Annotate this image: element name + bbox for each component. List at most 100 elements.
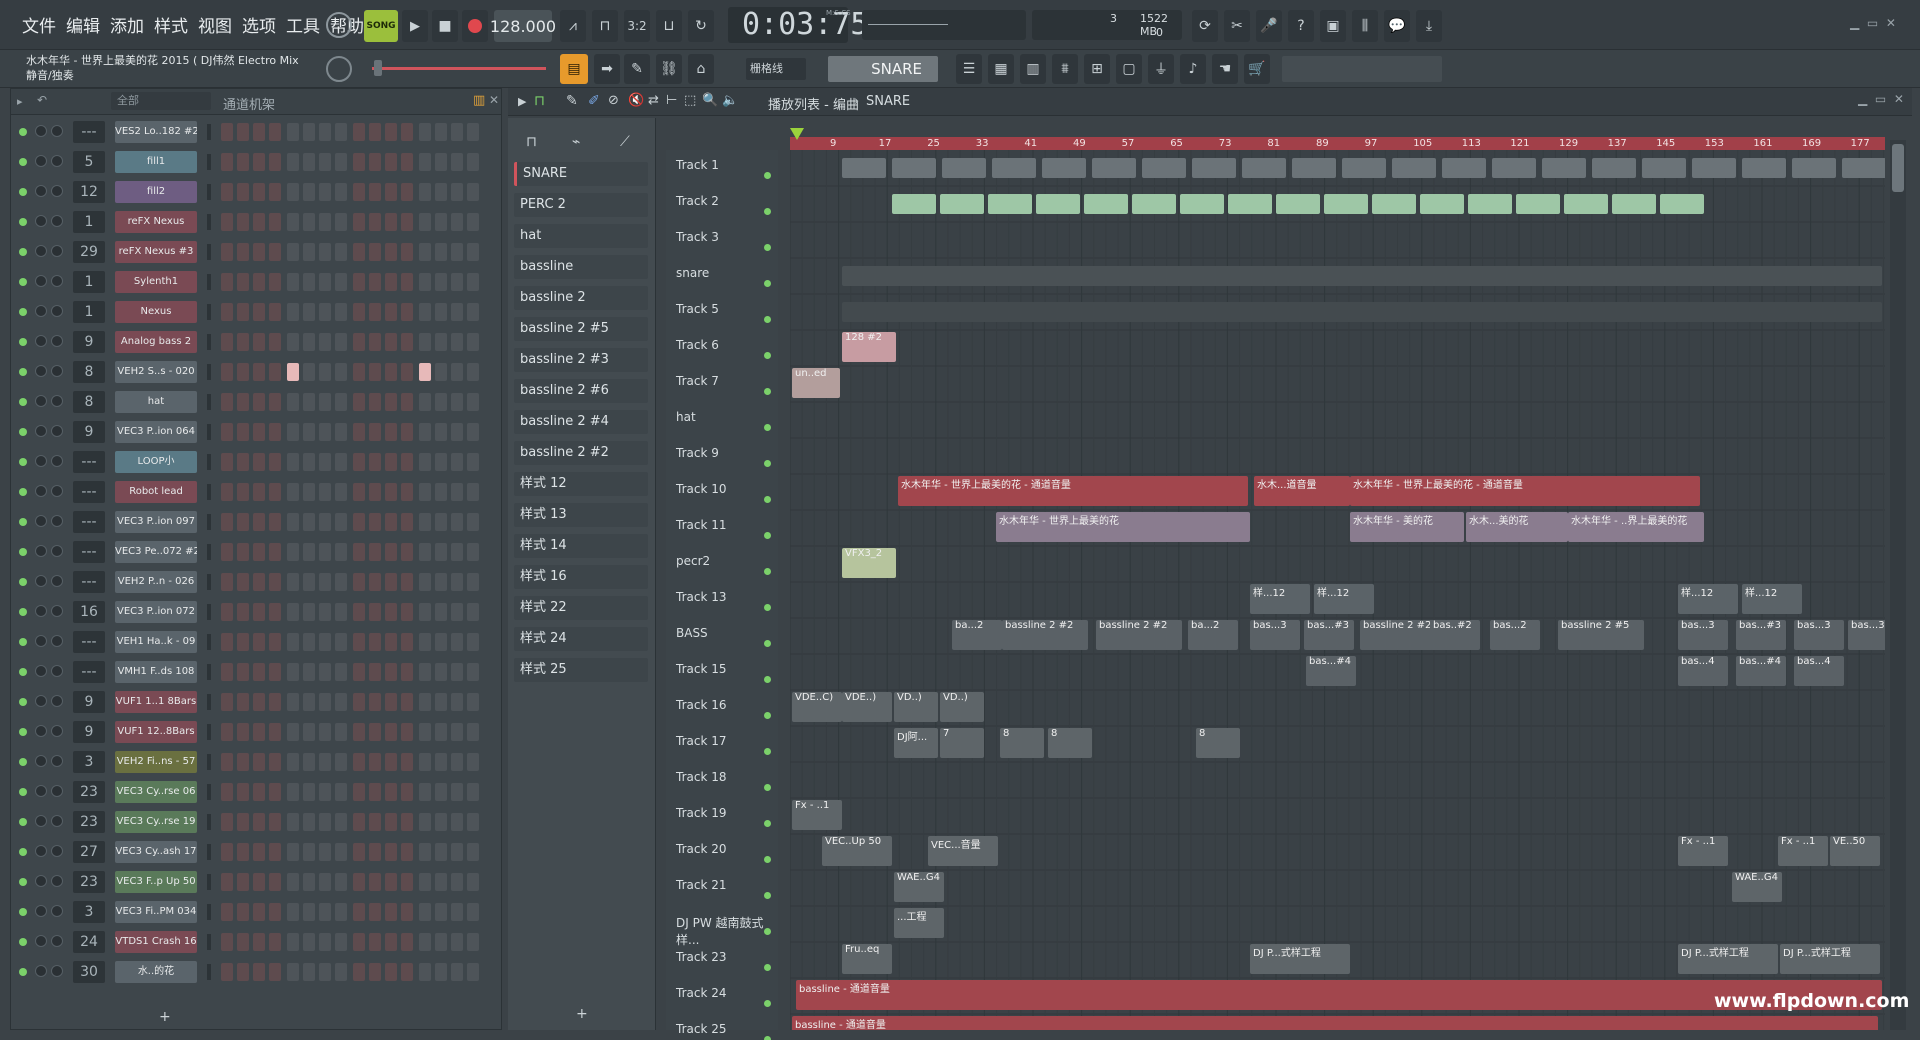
step-button[interactable] <box>419 543 431 561</box>
track-name[interactable]: Track 16 <box>676 698 726 712</box>
step-button[interactable] <box>353 483 365 501</box>
playlist-clip[interactable]: Fx - ..1 <box>1778 836 1828 866</box>
track-mute-light[interactable] <box>764 820 771 827</box>
step-button[interactable] <box>319 843 331 861</box>
paint-icon[interactable]: ✐ <box>588 93 600 109</box>
step-button[interactable] <box>353 273 365 291</box>
step-button[interactable] <box>435 303 447 321</box>
menu-view[interactable]: 视图 <box>198 12 232 37</box>
help-button[interactable]: ? <box>1288 10 1314 42</box>
step-button[interactable] <box>401 933 413 951</box>
playlist-clip[interactable]: bas...4 <box>1678 656 1728 686</box>
step-button[interactable] <box>335 513 347 531</box>
step-button[interactable] <box>385 153 397 171</box>
step-button[interactable] <box>369 933 381 951</box>
track-name[interactable]: Track 23 <box>676 950 726 964</box>
minimize-icon[interactable]: ▁ <box>1850 16 1859 30</box>
touch-keyboard-button[interactable]: ♪ <box>1180 54 1206 84</box>
channel-row[interactable]: --- VEC3 P..ion 097 <box>11 507 501 537</box>
step-button[interactable] <box>221 543 233 561</box>
step-button[interactable] <box>253 603 265 621</box>
channel-mixer-track[interactable]: 9 <box>73 331 105 353</box>
step-button[interactable] <box>385 363 397 381</box>
step-button[interactable] <box>269 483 281 501</box>
playlist-clip[interactable]: bassline - 通道音量 <box>792 1016 1878 1030</box>
maximize-icon[interactable]: ▭ <box>1867 16 1878 30</box>
pattern-item[interactable]: 样式 24 <box>514 627 648 651</box>
step-button[interactable] <box>303 123 315 141</box>
step-button[interactable] <box>451 513 463 531</box>
channel-mixer-track[interactable]: --- <box>73 571 105 593</box>
step-button[interactable] <box>369 603 381 621</box>
channel-pan-knob[interactable] <box>35 725 47 737</box>
step-button[interactable] <box>369 423 381 441</box>
step-button[interactable] <box>253 483 265 501</box>
step-button[interactable] <box>287 663 299 681</box>
step-button[interactable] <box>319 543 331 561</box>
step-button[interactable] <box>287 843 299 861</box>
step-button[interactable] <box>401 333 413 351</box>
step-button[interactable] <box>401 243 413 261</box>
channel-row[interactable]: 9 VUF1 1..1 8Bars <box>11 687 501 717</box>
step-button[interactable] <box>451 783 463 801</box>
step-button[interactable] <box>253 513 265 531</box>
step-button[interactable] <box>319 483 331 501</box>
channel-mixer-track[interactable]: --- <box>73 451 105 473</box>
playlist-clip[interactable]: 水木年华 - 美的花 <box>1350 512 1464 542</box>
step-button[interactable] <box>435 363 447 381</box>
channel-volume-knob[interactable] <box>51 245 63 257</box>
step-button[interactable] <box>287 483 299 501</box>
channel-volume-knob[interactable] <box>51 785 63 797</box>
step-button[interactable] <box>401 123 413 141</box>
channel-row[interactable]: 24 VTDS1 Crash 16 <box>11 927 501 957</box>
pattern-item[interactable]: PERC 2 <box>514 193 648 217</box>
track-name[interactable]: Track 9 <box>676 446 719 460</box>
channel-volume-knob[interactable] <box>51 335 63 347</box>
step-button[interactable] <box>419 483 431 501</box>
playlist-grid[interactable]: 128 #2 un..ed 水木年华 - 世界上最美的花 - 通道音量 水木...道音… <box>790 150 1885 1030</box>
step-button[interactable] <box>269 213 281 231</box>
step-button[interactable] <box>287 423 299 441</box>
pl-maximize-icon[interactable]: ▭ <box>1875 92 1886 106</box>
pencil-icon[interactable]: ✎ <box>566 93 578 109</box>
tempo-display[interactable]: 128.000 <box>490 10 556 42</box>
step-button[interactable] <box>369 813 381 831</box>
step-button[interactable] <box>287 213 299 231</box>
step-button[interactable] <box>237 513 249 531</box>
step-button[interactable] <box>269 153 281 171</box>
countdown-button[interactable]: 3:2 <box>624 10 650 42</box>
step-button[interactable] <box>237 303 249 321</box>
channel-row[interactable]: 5 fill1 <box>11 147 501 177</box>
step-button[interactable] <box>221 963 233 981</box>
mixer-button[interactable]: ⫼ <box>1352 10 1378 42</box>
step-button[interactable] <box>303 183 315 201</box>
channel-pan-knob[interactable] <box>35 365 47 377</box>
step-button[interactable] <box>319 153 331 171</box>
step-button[interactable] <box>435 243 447 261</box>
playlist-clip[interactable] <box>1392 158 1436 178</box>
step-button[interactable] <box>287 363 299 381</box>
channel-volume-knob[interactable] <box>51 635 63 647</box>
channel-select-bar[interactable] <box>207 604 211 620</box>
step-button[interactable] <box>335 243 347 261</box>
channel-pan-knob[interactable] <box>35 155 47 167</box>
channel-select-bar[interactable] <box>207 814 211 830</box>
channel-mixer-track[interactable]: 24 <box>73 931 105 953</box>
step-button[interactable] <box>237 213 249 231</box>
step-button[interactable] <box>221 183 233 201</box>
step-button[interactable] <box>319 573 331 591</box>
playlist-clip[interactable] <box>1660 194 1704 214</box>
playlist-clip[interactable] <box>1442 158 1486 178</box>
track-name[interactable]: Track 11 <box>676 518 726 532</box>
step-button[interactable] <box>319 123 331 141</box>
step-button[interactable] <box>451 663 463 681</box>
playlist-clip[interactable] <box>1324 194 1368 214</box>
channel-select-bar[interactable] <box>207 544 211 560</box>
step-button[interactable] <box>467 873 479 891</box>
channel-pan-knob[interactable] <box>35 425 47 437</box>
step-button[interactable] <box>369 303 381 321</box>
playlist-clip[interactable] <box>1276 194 1320 214</box>
step-button[interactable] <box>385 543 397 561</box>
step-button[interactable] <box>369 393 381 411</box>
playlist-clip[interactable]: bas...#3 <box>1304 620 1354 650</box>
